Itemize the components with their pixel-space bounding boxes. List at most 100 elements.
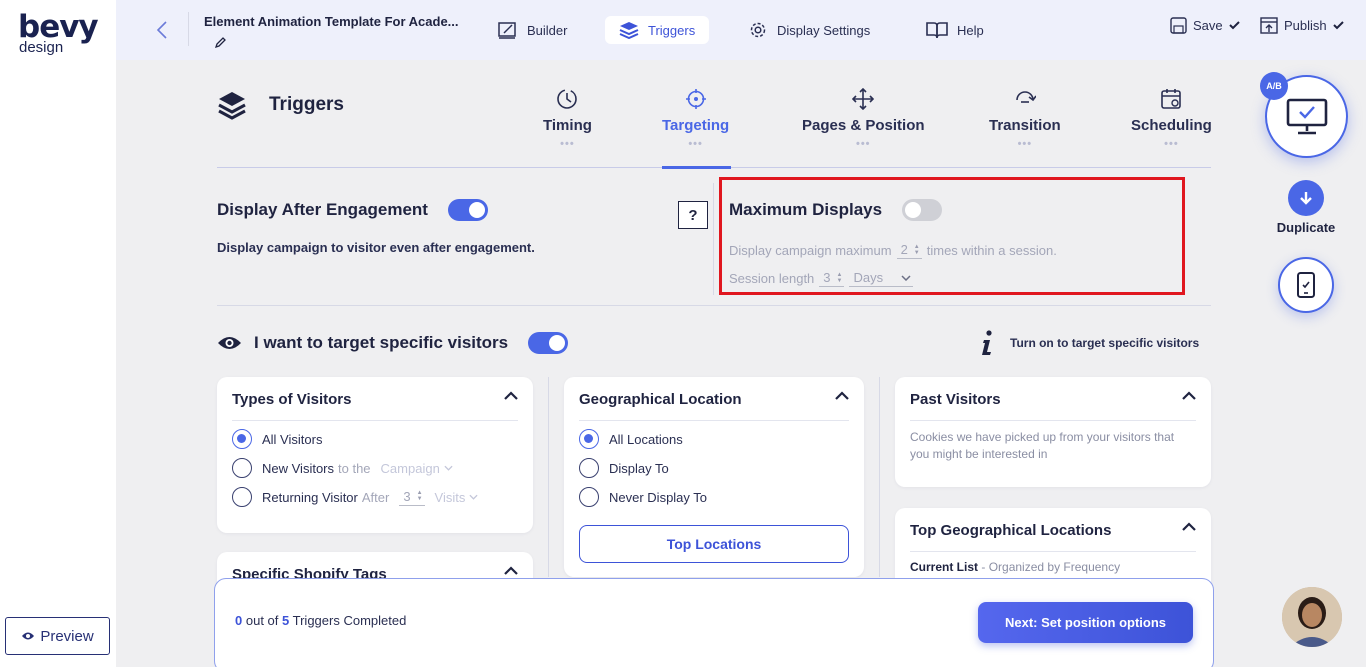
chevron-up-icon[interactable] [504,391,518,400]
target-icon [685,89,706,109]
visits-value: 3 [403,488,411,504]
option-new-visitors[interactable]: New Visitors to the Campaign [232,458,453,478]
chevron-up-icon[interactable] [1182,522,1196,531]
calendar-icon [1161,89,1182,109]
stepper-arrows-icon[interactable]: ▲ ▼ [837,272,843,284]
mobile-view-button[interactable] [1278,257,1334,313]
current-list-label: Current List [910,560,979,574]
radio-button[interactable] [579,458,599,478]
clock-icon [557,89,578,109]
tab-dots: ••• [1164,138,1179,150]
option-connector: After [361,489,390,505]
past-visitors-description: Cookies we have picked up from your visi… [910,430,1175,461]
stepper-arrows-icon[interactable]: ▲ ▼ [914,244,920,256]
card-header[interactable]: Past Visitors [910,391,1196,421]
visits-unit-select[interactable]: Visits [435,490,479,505]
check-icon [1228,21,1240,30]
option-never-display-to[interactable]: Never Display To [579,487,707,507]
engagement-toggle[interactable] [447,199,488,221]
radio-button[interactable] [579,487,599,507]
help-button[interactable]: ? [678,201,708,229]
nav-triggers[interactable]: Triggers [605,16,710,44]
card-title: Geographical Location [579,391,742,408]
option-label: Display To [609,460,669,476]
current-list-line: Current List - Organized by Frequency [910,560,1120,574]
top-locations-button[interactable]: Top Locations [579,525,849,563]
preview-button[interactable]: Preview [5,617,110,655]
chevron-up-icon[interactable] [504,566,518,575]
avatar[interactable] [1282,587,1342,647]
option-display-to[interactable]: Display To [579,458,669,478]
times-stepper[interactable]: 2 ▲ ▼ [896,242,922,259]
nav-builder[interactable]: Builder [484,16,581,44]
past-visitors-card: Past Visitors Cookies we have picked up … [895,377,1211,487]
layers-icon [619,22,639,39]
avatar-image [1282,587,1342,647]
option-label: Never Display To [609,489,708,505]
card-header[interactable]: Geographical Location [579,391,849,421]
back-button[interactable] [152,18,172,42]
card-header[interactable]: Types of Visitors [232,391,518,421]
next-button[interactable]: Next: Set position options [978,602,1193,643]
radio-button[interactable] [232,458,252,478]
campaign-select-value: Campaign [380,460,440,476]
engagement-title: Display After Engagement [217,200,428,219]
radio-button[interactable] [579,429,599,449]
session-length-stepper[interactable]: 3 ▲ ▼ [819,270,845,287]
info-icon [982,330,992,355]
save-button[interactable]: Save [1170,17,1240,34]
book-icon [926,22,948,39]
nav-display-settings[interactable]: Display Settings [734,16,884,44]
targeting-toggle[interactable] [528,332,569,354]
tab-targeting[interactable]: Targeting ••• [662,88,730,150]
option-all-visitors[interactable]: All Visitors [232,429,322,449]
visits-unit-value: Visits [434,489,466,505]
nav-help[interactable]: Help [912,16,998,44]
visits-stepper[interactable]: 3 ▲ ▼ [399,488,425,506]
option-all-locations[interactable]: All Locations [579,429,683,449]
top-bar: Element Animation Template For Acade... … [116,0,1366,60]
tab-label: Targeting [662,117,730,134]
duplicate-button[interactable] [1288,180,1324,216]
document-title: Element Animation Template For Acade... [204,14,459,29]
campaign-select[interactable]: Campaign [381,461,453,476]
nav-help-label: Help [957,22,984,38]
publish-button[interactable]: Publish [1260,17,1344,34]
tab-dots: ••• [560,138,575,150]
section-divider [217,305,1211,306]
chevron-up-icon[interactable] [835,391,849,400]
ab-badge[interactable]: A/B [1260,72,1288,100]
chevron-left-icon [156,21,167,39]
types-of-visitors-card: Types of Visitors All Visitors New Visit… [217,377,533,533]
tab-dots: ••• [855,138,871,150]
chevron-down-icon [901,274,911,281]
chevron-up-icon[interactable] [1182,391,1196,400]
pencil-icon[interactable] [214,36,227,54]
bevy-logo[interactable]: bevy design [18,12,99,56]
radio-button[interactable] [232,429,252,449]
progress-of: out of [245,613,279,628]
targeting-header: I want to target specific visitors [217,332,569,354]
progress-label: Triggers Completed [292,613,407,628]
session-unit-select[interactable]: Days [849,270,914,287]
tab-label: Scheduling [1131,117,1212,134]
option-label: New Visitors [262,460,335,476]
option-label: All Locations [609,431,683,447]
nav-triggers-label: Triggers [648,22,696,38]
active-tab-indicator [662,166,731,169]
card-header[interactable]: Top Geographical Locations [910,522,1196,552]
session-unit-value: Days [853,270,884,285]
tab-timing[interactable]: Timing ••• [543,88,592,150]
tab-pages-position[interactable]: Pages & Position ••• [802,88,925,150]
tab-label: Transition [989,117,1061,134]
duplicate-label: Duplicate [1276,220,1336,235]
tab-scheduling[interactable]: Scheduling ••• [1131,88,1212,150]
card-title: Types of Visitors [232,391,352,408]
stepper-arrows-icon[interactable]: ▲ ▼ [417,490,423,502]
option-returning-visitor[interactable]: Returning Visitor After 3 ▲ ▼ Visits [232,487,478,507]
max-displays-toggle[interactable] [902,199,943,221]
radio-button[interactable] [232,487,252,507]
card-title: Past Visitors [910,391,1001,408]
tab-transition[interactable]: Transition ••• [989,88,1061,150]
session-length-row: Session length 3 ▲ ▼ Days [729,270,914,287]
